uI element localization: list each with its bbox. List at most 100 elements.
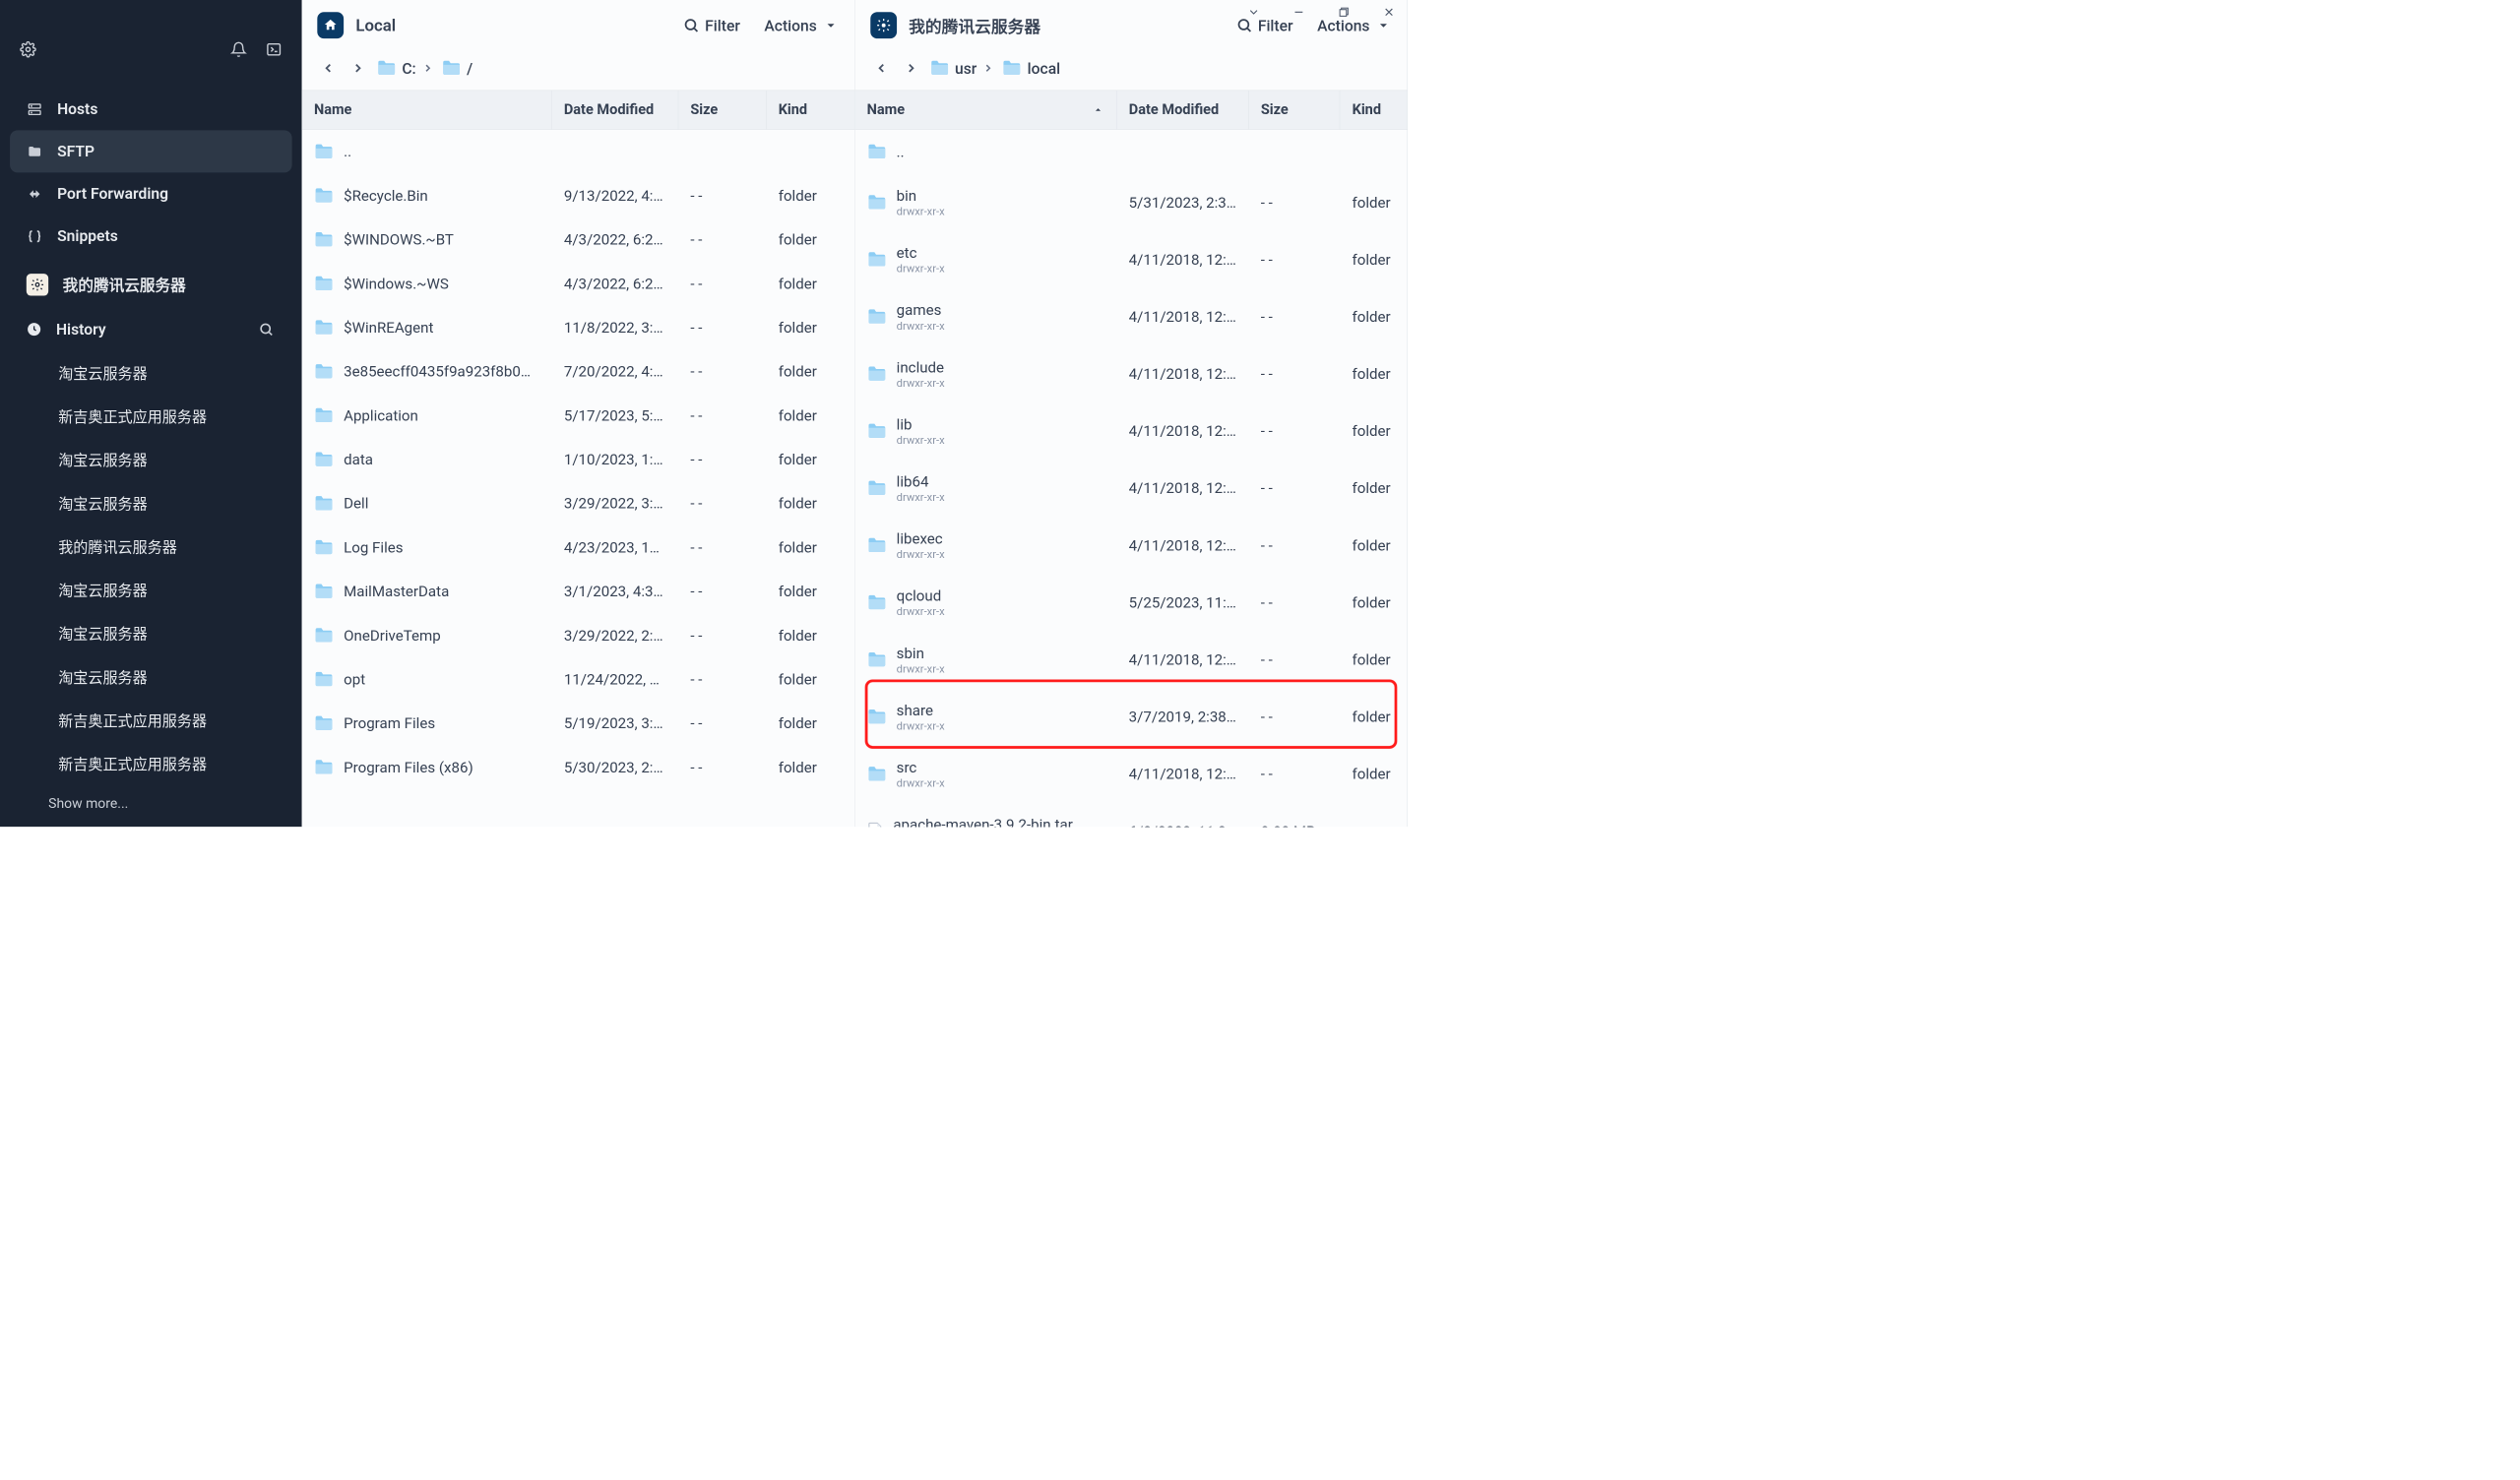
table-row[interactable]: $WINDOWS.~BT4/3/2022, 6:24…- -folder bbox=[302, 217, 854, 262]
table-row[interactable]: libexecdrwxr-xr-x4/11/2018, 12:59…- -fol… bbox=[854, 517, 1407, 574]
history-list: 淘宝云服务器新吉奥正式应用服务器淘宝云服务器淘宝云服务器我的腾讯云服务器淘宝云服… bbox=[0, 350, 302, 784]
col-kind[interactable]: Kind bbox=[1340, 91, 1407, 129]
gear-icon[interactable] bbox=[19, 40, 37, 59]
col-date[interactable]: Date Modified bbox=[552, 91, 678, 129]
breadcrumb-segment[interactable]: C: bbox=[377, 59, 434, 77]
table-row[interactable]: lib64drwxr-xr-x4/11/2018, 12:59…- -folde… bbox=[854, 460, 1407, 517]
table-row[interactable]: data1/10/2023, 1:47 …- -folder bbox=[302, 438, 854, 482]
close-icon[interactable] bbox=[1381, 4, 1397, 20]
cell-size: - - bbox=[678, 665, 766, 694]
history-item[interactable]: 淘宝云服务器 bbox=[10, 438, 292, 481]
cell-date: 4/11/2018, 12:59… bbox=[1117, 646, 1249, 674]
back-button[interactable] bbox=[317, 57, 339, 79]
table-row[interactable]: $WinREAgent11/8/2022, 3:52…- -folder bbox=[302, 306, 854, 350]
table-row[interactable]: Program Files5/19/2023, 3:15…- -folder bbox=[302, 702, 854, 746]
cell-name: Log Files bbox=[302, 533, 552, 562]
forward-button[interactable] bbox=[346, 57, 368, 79]
table-row[interactable]: includedrwxr-xr-x4/11/2018, 12:59…- -fol… bbox=[854, 345, 1407, 402]
nav-sftp[interactable]: SFTP bbox=[10, 130, 292, 172]
search-icon[interactable] bbox=[257, 320, 276, 339]
terminal-icon[interactable] bbox=[265, 40, 284, 59]
cell-name: Program Files (x86) bbox=[302, 753, 552, 781]
cell-size: - - bbox=[1249, 302, 1341, 331]
table-row[interactable]: Log Files4/23/2023, 11:2…- -folder bbox=[302, 525, 854, 570]
cell-date: 4/11/2018, 12:59… bbox=[1117, 359, 1249, 388]
table-row[interactable]: Application5/17/2023, 5:11 …- -folder bbox=[302, 394, 854, 438]
breadcrumb-segment[interactable]: local bbox=[1002, 59, 1060, 77]
maximize-icon[interactable] bbox=[1336, 4, 1352, 20]
history-item[interactable]: 淘宝云服务器 bbox=[10, 654, 292, 698]
breadcrumb-segment[interactable]: / bbox=[441, 59, 472, 77]
table-row[interactable]: srcdrwxr-xr-x4/11/2018, 12:59…- -folder bbox=[854, 745, 1407, 802]
cell-name: 3e85eecff0435f9a923f8b0… bbox=[302, 357, 552, 386]
breadcrumb-segment[interactable]: usr bbox=[929, 59, 994, 77]
cell-size: - - bbox=[1249, 703, 1341, 731]
nav-port-forwarding[interactable]: Port Forwarding bbox=[10, 172, 292, 215]
cell-name: apache-maven-3.9.2-bin.tar.…-rw-r--r-- bbox=[854, 810, 1116, 827]
cell-date: 4/11/2018, 12:59… bbox=[1117, 302, 1249, 331]
table-row[interactable]: opt11/24/2022, 9:3…- -folder bbox=[302, 657, 854, 702]
table-row[interactable]: $Recycle.Bin9/13/2022, 4:0…- -folder bbox=[302, 174, 854, 218]
cell-date: 3/29/2022, 3:1… bbox=[552, 489, 678, 518]
cell-date bbox=[552, 147, 678, 157]
cell-date: 5/17/2023, 5:11 … bbox=[552, 401, 678, 430]
table-row[interactable]: .. bbox=[302, 130, 854, 174]
cell-kind: folder bbox=[766, 445, 853, 473]
table-row[interactable]: OneDriveTemp3/29/2022, 2:3…- -folder bbox=[302, 613, 854, 657]
cell-size bbox=[1249, 147, 1341, 157]
cell-name: sharedrwxr-xr-x bbox=[854, 696, 1116, 737]
cell-name: Dell bbox=[302, 489, 552, 518]
col-kind[interactable]: Kind bbox=[766, 91, 853, 129]
history-item[interactable]: 淘宝云服务器 bbox=[10, 611, 292, 654]
table-row[interactable]: $Windows.~WS4/3/2022, 6:24…- -folder bbox=[302, 262, 854, 306]
cell-kind: folder bbox=[1340, 703, 1407, 731]
table-row[interactable]: sharedrwxr-xr-x3/7/2019, 2:38 …- -folder bbox=[854, 688, 1407, 745]
cell-date bbox=[1117, 147, 1249, 157]
table-row[interactable]: sbindrwxr-xr-x4/11/2018, 12:59…- -folder bbox=[854, 631, 1407, 688]
col-size[interactable]: Size bbox=[678, 91, 766, 129]
table-row[interactable]: libdrwxr-xr-x4/11/2018, 12:59…- -folder bbox=[854, 402, 1407, 460]
cell-kind: folder bbox=[766, 709, 853, 738]
table-row[interactable]: bindrwxr-xr-x5/31/2023, 2:35…- -folder bbox=[854, 174, 1407, 231]
filter-button[interactable]: Filter bbox=[683, 16, 740, 33]
back-button[interactable] bbox=[870, 57, 892, 79]
forward-button[interactable] bbox=[900, 57, 921, 79]
chevron-down-icon[interactable] bbox=[1246, 4, 1262, 20]
show-more[interactable]: Show more... bbox=[0, 785, 302, 824]
table-row[interactable]: apache-maven-3.9.2-bin.tar.…-rw-r--r--6/… bbox=[854, 803, 1407, 828]
table-row[interactable]: qclouddrwxr-xr-x5/25/2023, 11:5…- -folde… bbox=[854, 574, 1407, 631]
history-item[interactable]: 我的腾讯云服务器 bbox=[10, 524, 292, 568]
minimize-icon[interactable] bbox=[1292, 4, 1307, 20]
history-item[interactable]: 新吉奥正式应用服务器 bbox=[10, 698, 292, 741]
nav-label: Snippets bbox=[57, 227, 118, 245]
nav-hosts[interactable]: Hosts bbox=[10, 88, 292, 130]
history-item[interactable]: 新吉奥正式应用服务器 bbox=[10, 742, 292, 785]
cell-size: - - bbox=[1249, 188, 1341, 216]
cell-name: Program Files bbox=[302, 709, 552, 738]
table-row[interactable]: .. bbox=[854, 130, 1407, 174]
table-row[interactable]: 3e85eecff0435f9a923f8b0…7/20/2022, 4:0…-… bbox=[302, 349, 854, 394]
table-row[interactable]: etcdrwxr-xr-x4/11/2018, 12:59…- -folder bbox=[854, 231, 1407, 288]
cell-size: - - bbox=[1249, 359, 1341, 388]
cell-kind: folder bbox=[1340, 245, 1407, 274]
cell-kind: folder bbox=[1340, 359, 1407, 388]
col-size[interactable]: Size bbox=[1249, 91, 1341, 129]
cell-size bbox=[678, 147, 766, 157]
history-item[interactable]: 淘宝云服务器 bbox=[10, 350, 292, 394]
nav-snippets[interactable]: Snippets bbox=[10, 215, 292, 257]
table-row[interactable]: gamesdrwxr-xr-x4/11/2018, 12:59…- -folde… bbox=[854, 288, 1407, 345]
table-row[interactable]: Program Files (x86)5/30/2023, 2:0…- -fol… bbox=[302, 745, 854, 789]
cell-kind: folder bbox=[766, 665, 853, 694]
table-row[interactable]: MailMasterData3/1/2023, 4:35 …- -folder bbox=[302, 570, 854, 614]
actions-button[interactable]: Actions bbox=[764, 16, 839, 33]
col-date[interactable]: Date Modified bbox=[1117, 91, 1249, 129]
cell-name: $Recycle.Bin bbox=[302, 181, 552, 210]
col-name[interactable]: Name bbox=[854, 91, 1116, 129]
history-item[interactable]: 淘宝云服务器 bbox=[10, 568, 292, 611]
nav-workspace[interactable]: 我的腾讯云服务器 bbox=[10, 262, 292, 308]
col-name[interactable]: Name bbox=[302, 91, 552, 129]
history-item[interactable]: 淘宝云服务器 bbox=[10, 481, 292, 524]
table-row[interactable]: Dell3/29/2022, 3:1…- -folder bbox=[302, 481, 854, 525]
bell-icon[interactable] bbox=[229, 40, 248, 59]
history-item[interactable]: 新吉奥正式应用服务器 bbox=[10, 395, 292, 438]
